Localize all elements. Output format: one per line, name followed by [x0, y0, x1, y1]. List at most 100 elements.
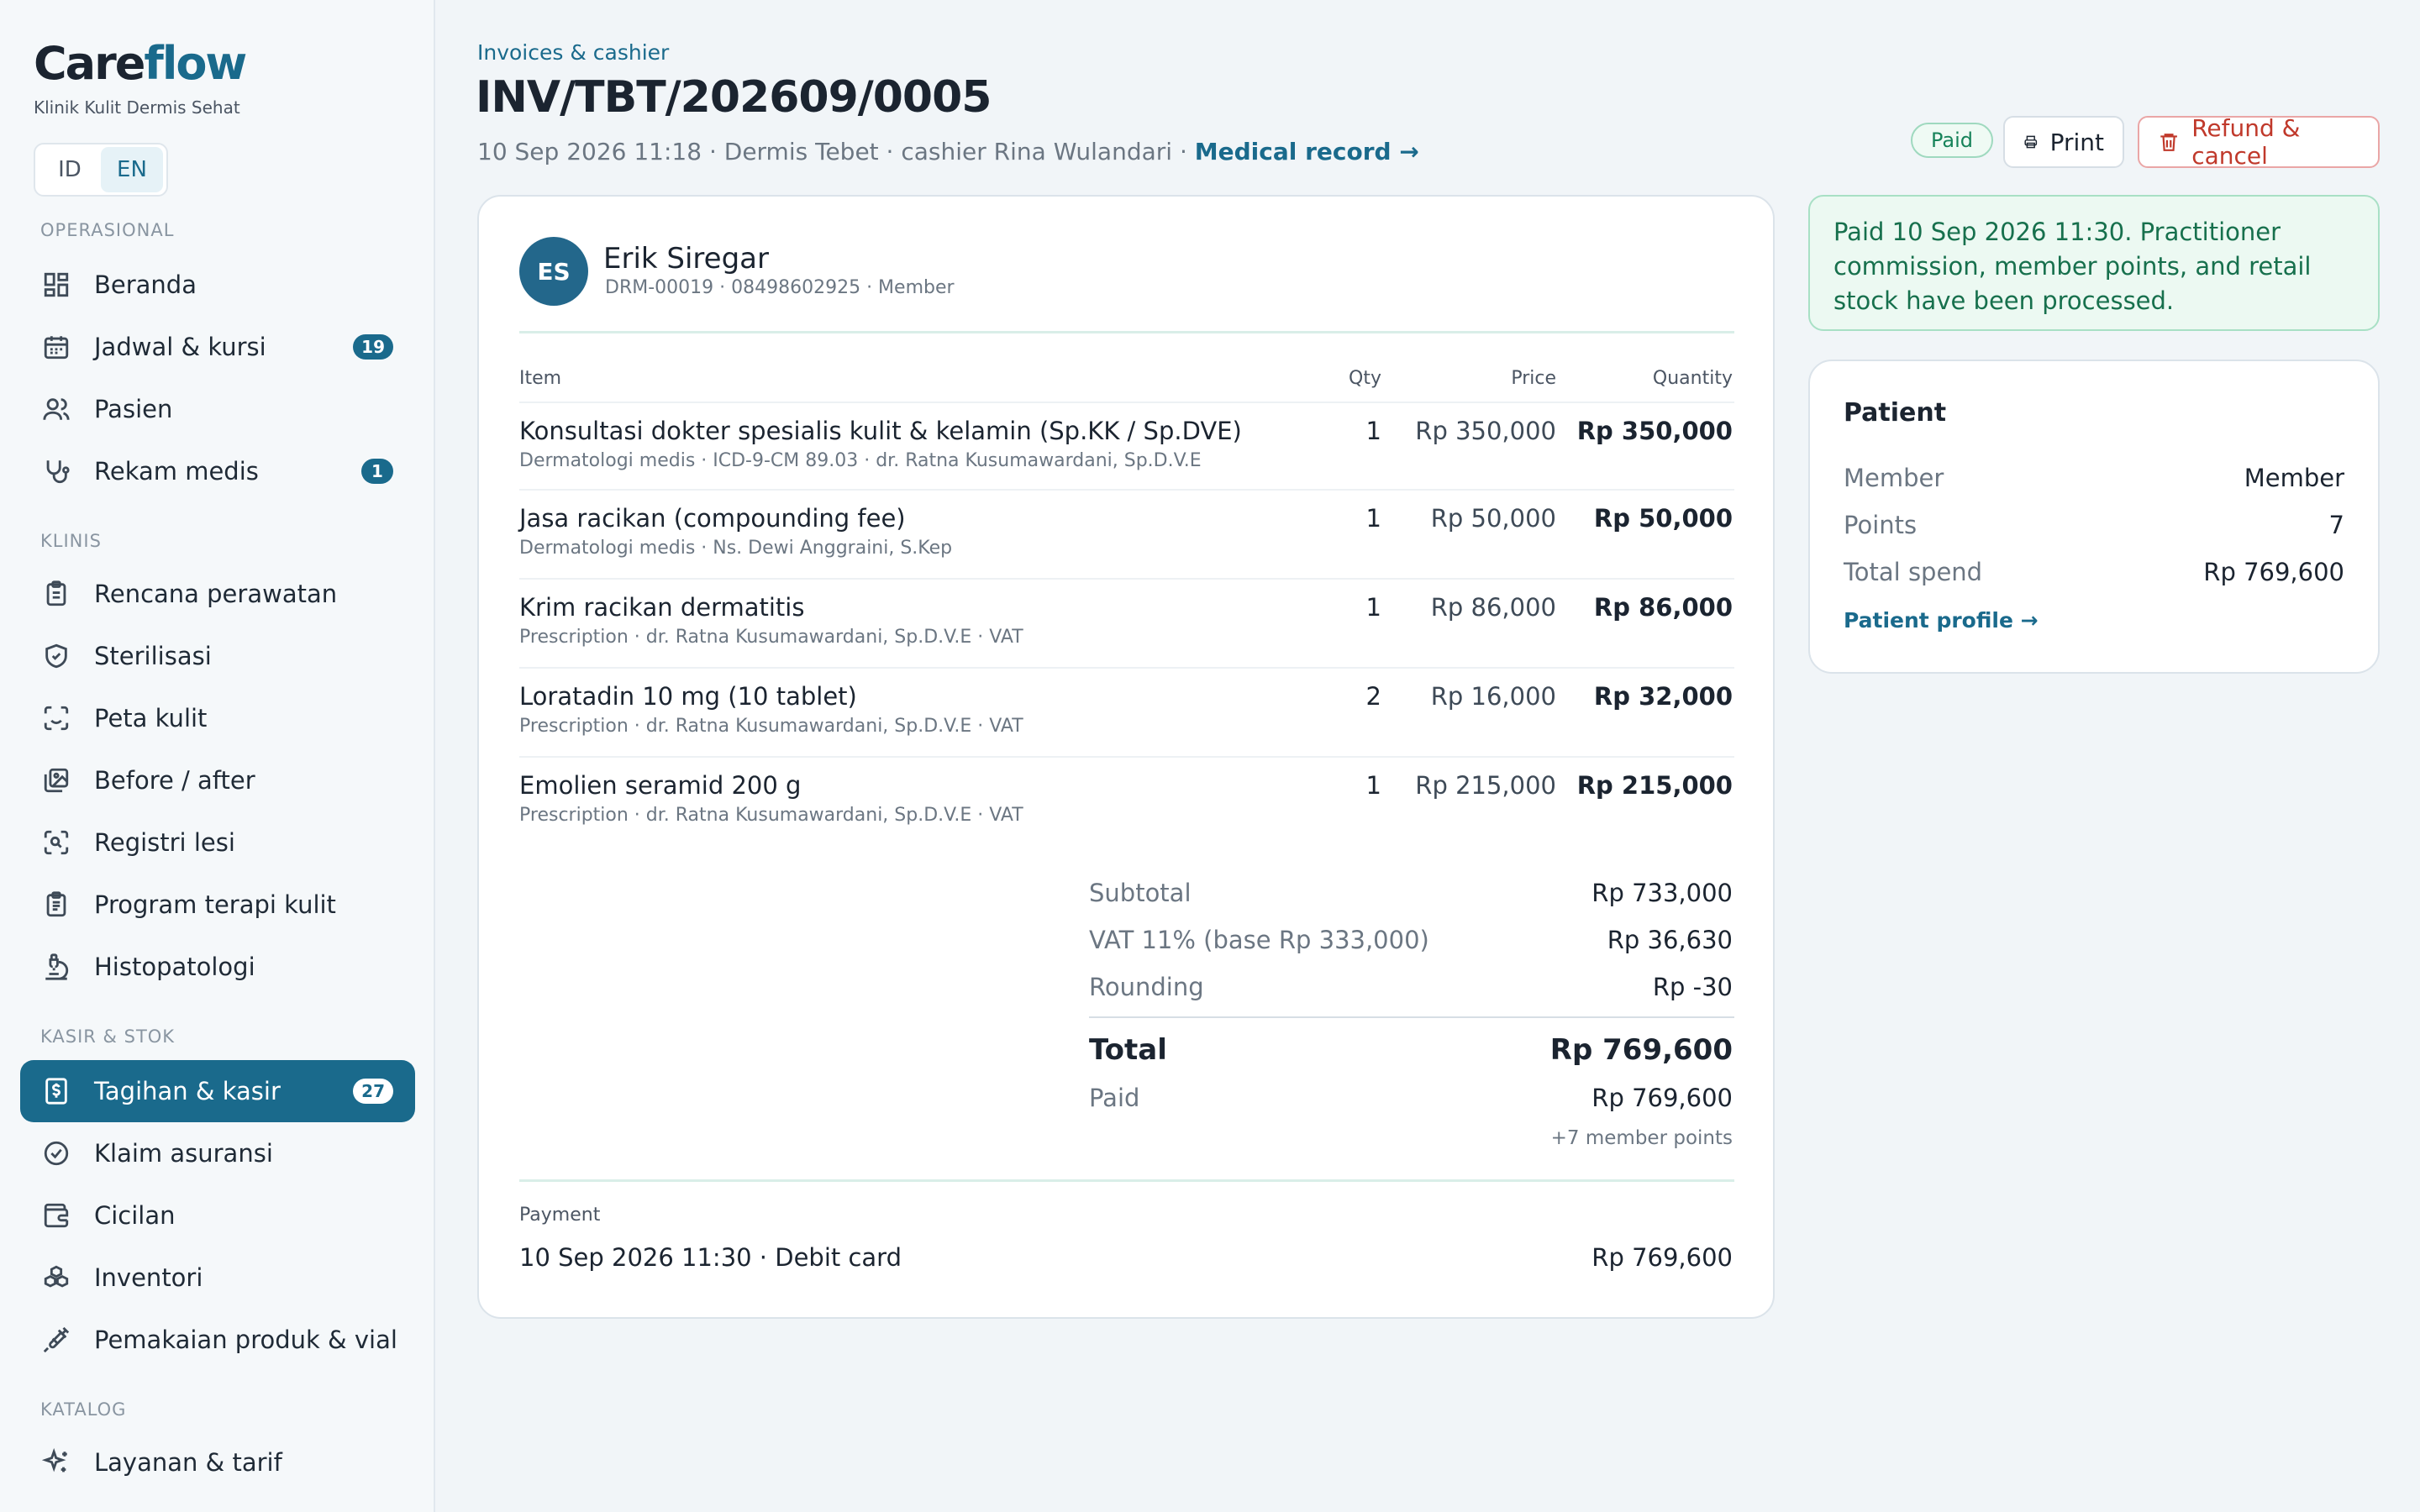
sidebar-item-before-after[interactable]: Before / after: [20, 749, 415, 811]
sidebar-item-inventori[interactable]: Inventori: [20, 1247, 415, 1309]
summary-divider: [1089, 1016, 1734, 1018]
column-header-quantity: Quantity: [1652, 368, 1733, 389]
clipboard-list-icon: [40, 889, 72, 921]
sidebar-item-label: Tagihan & kasir: [94, 1077, 281, 1105]
item-qty: 1: [1365, 417, 1381, 445]
item-total: Rp 215,000: [1576, 771, 1733, 800]
sidebar-item-label: Histopatologi: [94, 953, 255, 981]
total-label: Total: [1089, 1033, 1167, 1067]
item-total: Rp 32,000: [1593, 682, 1733, 711]
brand-logo[interactable]: Careflow: [34, 37, 247, 90]
sidebar-item-rekam-medis[interactable]: Rekam medis 1: [20, 440, 415, 502]
divider: [519, 1179, 1734, 1182]
language-toggle: ID EN: [34, 143, 168, 197]
rounding-label: Rounding: [1089, 973, 1204, 1001]
item-total: Rp 50,000: [1593, 504, 1733, 533]
points-value: 7: [2328, 511, 2344, 539]
syringe-icon: [40, 1324, 72, 1356]
item-total: Rp 350,000: [1576, 417, 1733, 445]
calendar-icon: [40, 331, 72, 363]
shield-icon: [40, 640, 72, 672]
receipt-icon: [40, 1075, 72, 1107]
sidebar-item-tagihan-kasir[interactable]: Tagihan & kasir 27: [20, 1060, 415, 1122]
payment-amount: Rp 769,600: [1591, 1243, 1733, 1272]
count-badge: 19: [353, 334, 393, 360]
lang-en-button[interactable]: EN: [101, 147, 163, 192]
item-price: Rp 50,000: [1430, 504, 1556, 533]
sidebar-item-histopatologi[interactable]: Histopatologi: [20, 936, 415, 998]
nav-section-katalog: KATALOG: [40, 1399, 127, 1420]
breadcrumb[interactable]: Invoices & cashier: [477, 40, 669, 65]
clipboard-icon: [40, 578, 72, 610]
item-name: Loratadin 10 mg (10 tablet): [519, 682, 857, 711]
column-header-item: Item: [519, 368, 562, 389]
invoice-meta-text: 10 Sep 2026 11:18 · Dermis Tebet · cashi…: [477, 138, 1195, 165]
sidebar-item-label: Cicilan: [94, 1201, 176, 1230]
brand-name: Care: [34, 37, 145, 90]
sidebar-item-beranda[interactable]: Beranda: [20, 254, 415, 316]
sidebar-item-registri-lesi[interactable]: Registri lesi: [20, 811, 415, 874]
sidebar-item-label: Layanan & tarif: [94, 1448, 282, 1477]
patient-profile-link[interactable]: Patient profile →: [1844, 608, 2039, 633]
item-price: Rp 86,000: [1430, 593, 1556, 622]
item-details: Prescription · dr. Ratna Kusumawardani, …: [519, 627, 1023, 648]
print-button-label: Print: [2049, 128, 2104, 156]
refund-button-label: Refund & cancel: [2191, 114, 2301, 170]
sidebar-item-sterilisasi[interactable]: Sterilisasi: [20, 625, 415, 687]
print-button[interactable]: Print: [2003, 116, 2124, 168]
sidebar-item-label: Jadwal & kursi: [94, 333, 266, 361]
sparkles-icon: [40, 1446, 72, 1478]
printer-icon: [2024, 135, 2038, 149]
sidebar-item-peta-kulit[interactable]: Peta kulit: [20, 687, 415, 749]
item-name: Konsultasi dokter spesialis kulit & kela…: [519, 417, 1242, 445]
sidebar-item-label: Rencana perawatan: [94, 580, 338, 608]
status-badge: Paid: [1911, 123, 1994, 158]
sidebar-item-layanan-tarif[interactable]: Layanan & tarif: [20, 1431, 415, 1494]
sidebar-item-label: Inventori: [94, 1263, 203, 1292]
sidebar-item-pemakaian-produk[interactable]: Pemakaian produk & vial: [20, 1309, 415, 1371]
item-name: Jasa racikan (compounding fee): [519, 504, 906, 533]
item-qty: 1: [1365, 504, 1381, 533]
brand-name-accent: flow: [144, 37, 247, 90]
item-qty: 1: [1365, 771, 1381, 800]
sidebar-item-cicilan[interactable]: Cicilan: [20, 1184, 415, 1247]
count-badge: 1: [361, 459, 393, 484]
paid-label: Paid: [1089, 1084, 1140, 1112]
sidebar-item-label: Sterilisasi: [94, 642, 212, 670]
patient-name: Erik Siregar: [603, 242, 769, 276]
payment-heading: Payment: [519, 1205, 601, 1226]
item-name: Krim racikan dermatitis: [519, 593, 805, 622]
sidebar-item-klaim-asuransi[interactable]: Klaim asuransi: [20, 1122, 415, 1184]
row-divider: [519, 402, 1734, 403]
invoice-meta: 10 Sep 2026 11:18 · Dermis Tebet · cashi…: [477, 138, 1419, 165]
row-divider: [519, 667, 1734, 669]
row-divider: [519, 756, 1734, 758]
item-details: Prescription · dr. Ratna Kusumawardani, …: [519, 716, 1023, 737]
item-qty: 1: [1365, 593, 1381, 622]
member-points-note: +7 member points: [1550, 1127, 1733, 1149]
users-icon: [40, 393, 72, 425]
sidebar-item-label: Before / after: [94, 766, 255, 795]
boxes-icon: [40, 1262, 72, 1294]
lang-id-button[interactable]: ID: [39, 147, 101, 192]
sidebar-item-program-terapi[interactable]: Program terapi kulit: [20, 874, 415, 936]
item-details: Prescription · dr. Ratna Kusumawardani, …: [519, 805, 1023, 826]
sidebar-item-label: Klaim asuransi: [94, 1139, 273, 1168]
check-circle-icon: [40, 1137, 72, 1169]
sidebar-item-jadwal[interactable]: Jadwal & kursi 19: [20, 316, 415, 378]
refund-cancel-button[interactable]: Refund & cancel: [2138, 114, 2380, 170]
sidebar-item-label: Beranda: [94, 270, 197, 299]
total-spend-value: Rp 769,600: [2203, 558, 2344, 586]
paid-value: Rp 769,600: [1591, 1084, 1733, 1112]
sidebar-item-label: Pemakaian produk & vial: [94, 1326, 397, 1354]
sidebar-item-rencana-perawatan[interactable]: Rencana perawatan: [20, 563, 415, 625]
stethoscope-icon: [40, 455, 72, 487]
sidebar-item-pasien[interactable]: Pasien: [20, 378, 415, 440]
total-value: Rp 769,600: [1549, 1033, 1733, 1067]
sidebar-item-label: Pasien: [94, 395, 173, 423]
row-divider: [519, 578, 1734, 580]
sidebar: Careflow Klinik Kulit Dermis Sehat ID EN…: [0, 0, 435, 1512]
item-total: Rp 86,000: [1593, 593, 1733, 622]
medical-record-link[interactable]: Medical record →: [1195, 138, 1419, 165]
nav-section-kasir-stok: KASIR & STOK: [40, 1026, 176, 1047]
